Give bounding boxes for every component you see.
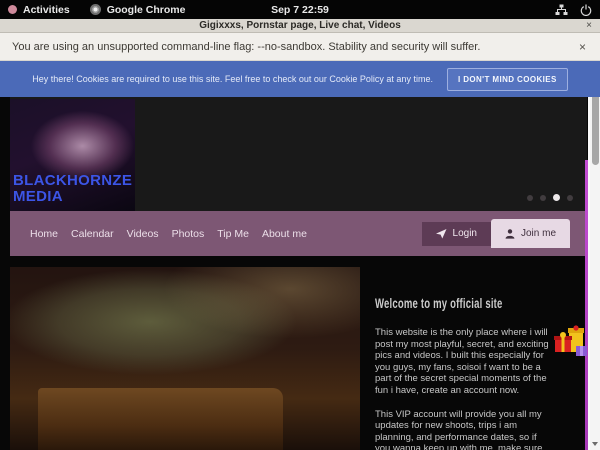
hero-photo-detail xyxy=(38,388,283,450)
carousel-dots xyxy=(527,194,573,201)
window-titlebar: Gigixxxs, Pornstar page, Live chat, Vide… xyxy=(0,19,600,33)
site-header: BLACKHORNZE MEDIA xyxy=(10,97,587,211)
gifts-sticker[interactable] xyxy=(553,324,593,364)
network-icon[interactable] xyxy=(555,4,568,16)
flag-warning-bar: You are using an unsupported command-lin… xyxy=(0,33,600,61)
activities-button[interactable]: Activities xyxy=(23,4,70,16)
window-close-icon[interactable]: × xyxy=(586,19,592,33)
cookie-accept-button[interactable]: I DON'T MIND COOKIES xyxy=(447,68,568,91)
welcome-heading: Welcome to my official site xyxy=(375,295,496,311)
main-nav: Home Calendar Videos Photos Tip Me About… xyxy=(10,211,587,256)
site-page: BLACKHORNZE MEDIA Home Calendar Videos P… xyxy=(0,97,588,450)
login-button[interactable]: Login xyxy=(422,222,491,246)
login-label: Login xyxy=(453,228,477,239)
app-menu-button[interactable]: Google Chrome xyxy=(107,4,186,16)
intro-paragraph-1: This website is the only place where i w… xyxy=(375,327,553,397)
cookie-message: Hey there! Cookies are required to use t… xyxy=(32,74,433,84)
nav-item-tipme[interactable]: Tip Me xyxy=(217,228,249,240)
intro-section: Welcome to my official site This website… xyxy=(375,295,553,450)
warning-close-icon[interactable]: × xyxy=(579,40,586,54)
send-icon xyxy=(436,229,447,239)
chrome-icon xyxy=(90,4,101,15)
logo-photo[interactable]: BLACKHORNZE MEDIA xyxy=(10,99,135,211)
power-icon[interactable] xyxy=(580,4,592,16)
gnome-top-bar: Activities Google Chrome Sep 7 22:59 xyxy=(0,0,600,19)
carousel-dot-1[interactable] xyxy=(527,195,533,201)
site-logo[interactable]: BLACKHORNZE MEDIA xyxy=(13,173,132,205)
logo-line1: BLACKHORNZE xyxy=(13,173,132,189)
carousel-dot-2[interactable] xyxy=(540,195,546,201)
person-icon xyxy=(505,229,515,239)
cookie-banner: Hey there! Cookies are required to use t… xyxy=(0,61,600,97)
nav-item-home[interactable]: Home xyxy=(30,228,58,240)
flag-warning-text: You are using an unsupported command-lin… xyxy=(12,41,480,53)
join-button[interactable]: Join me xyxy=(491,219,570,248)
scroll-down-icon[interactable] xyxy=(592,442,598,446)
intro-paragraph-2: This VIP account will provide you all my… xyxy=(375,409,553,450)
browser-scrollbar[interactable] xyxy=(590,61,600,450)
hero-photo xyxy=(10,267,360,450)
carousel-dot-4[interactable] xyxy=(567,195,573,201)
nav-item-calendar[interactable]: Calendar xyxy=(71,228,114,240)
carousel-dot-3-active[interactable] xyxy=(553,194,560,201)
nav-item-videos[interactable]: Videos xyxy=(127,228,159,240)
nav-item-aboutme[interactable]: About me xyxy=(262,228,307,240)
nav-item-photos[interactable]: Photos xyxy=(172,228,205,240)
screen: Activities Google Chrome Sep 7 22:59 Gig… xyxy=(0,0,600,450)
screen-record-icon xyxy=(8,5,17,14)
join-label: Join me xyxy=(521,228,556,239)
logo-line2: MEDIA xyxy=(13,189,132,205)
window-title: Gigixxxs, Pornstar page, Live chat, Vide… xyxy=(199,20,401,31)
